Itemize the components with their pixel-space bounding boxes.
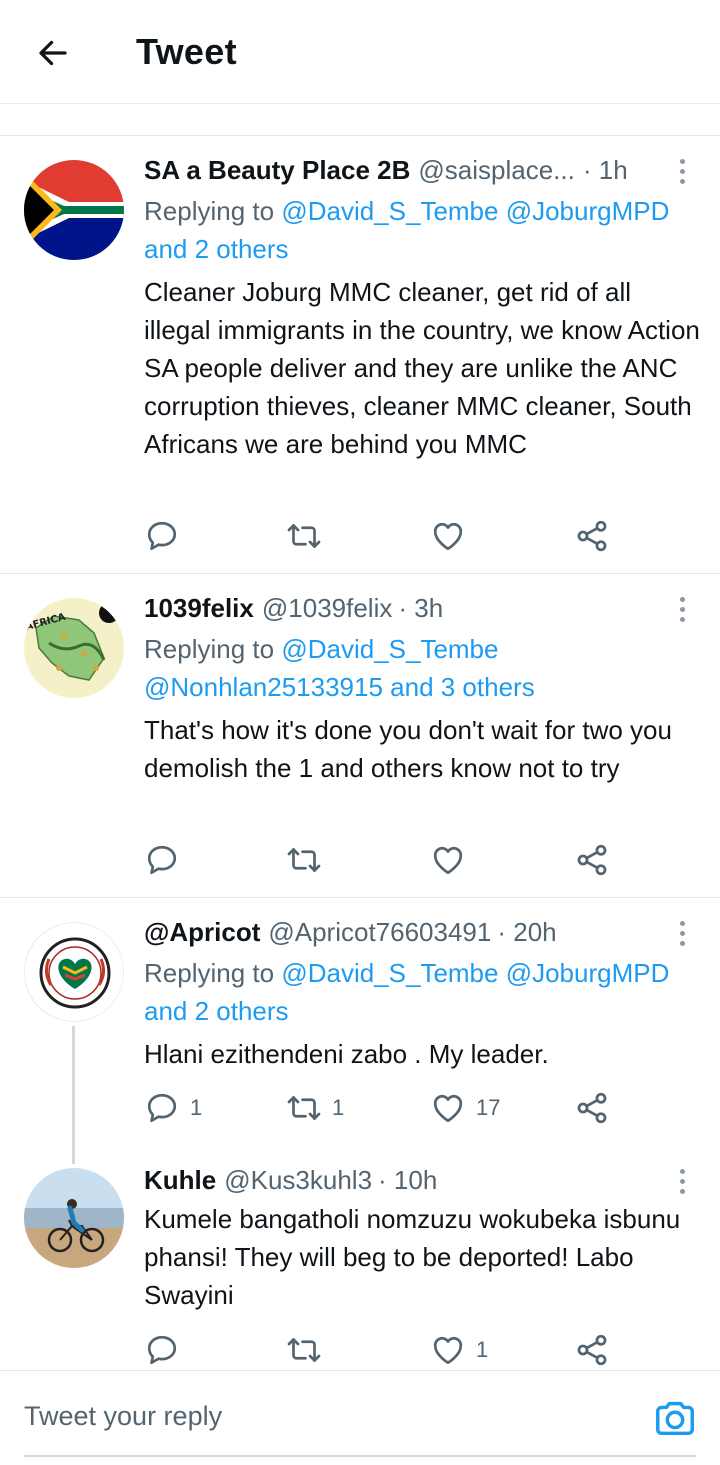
like-count: 17: [476, 1095, 501, 1120]
retweet-button[interactable]: [286, 840, 332, 880]
south-africa-flag-icon: [24, 160, 124, 260]
mention-links[interactable]: @David_S_Tembe @JoburgMPD: [281, 958, 669, 988]
tweet-card[interactable]: SA a Beauty Place 2B @saisplace... · 1h …: [0, 136, 720, 573]
share-button[interactable]: [574, 1088, 610, 1128]
like-icon: [430, 1090, 466, 1126]
author-handle[interactable]: @1039felix: [262, 593, 392, 624]
tweet-actions: 1 1 17: [0, 1088, 720, 1128]
retweet-button[interactable]: [286, 516, 332, 556]
tweet-card[interactable]: @Apricot @Apricot76603491 · 20h Replying…: [0, 898, 720, 1148]
retweet-icon: [286, 1332, 322, 1368]
author-line: @Apricot @Apricot76603491 · 20h: [144, 914, 557, 950]
heart-badge-avatar-icon: [25, 923, 123, 1021]
more-button[interactable]: [670, 592, 694, 626]
retweet-icon: [286, 1090, 322, 1126]
reply-button[interactable]: [144, 1330, 190, 1370]
replying-prefix: Replying to: [144, 634, 282, 664]
more-button[interactable]: [670, 154, 694, 188]
avatar[interactable]: [24, 160, 124, 260]
back-button[interactable]: [30, 30, 76, 76]
cyclist-photo-avatar-icon: [24, 1168, 124, 1268]
retweet-icon: [286, 842, 322, 878]
author-line: Kuhle @Kus3kuhl3 · 10h: [144, 1162, 437, 1198]
thread-connector: [72, 1026, 75, 1164]
tweet-card[interactable]: Kuhle @Kus3kuhl3 · 10h Kumele bangatholi…: [0, 1148, 720, 1370]
like-button[interactable]: 17: [430, 1088, 500, 1128]
reply-button[interactable]: 1: [144, 1088, 202, 1128]
reply-input[interactable]: Tweet your reply: [24, 1401, 222, 1432]
replying-prefix: Replying to: [144, 958, 282, 988]
share-icon: [574, 842, 610, 878]
back-arrow-icon: [39, 40, 67, 66]
author-name[interactable]: Kuhle: [144, 1165, 216, 1196]
replying-to: Replying to @David_S_Tembe @JoburgMPD an…: [144, 954, 694, 1030]
like-button[interactable]: [430, 516, 476, 556]
tweet-text: That's how it's done you don't wait for …: [144, 715, 672, 783]
timestamp: · 3h: [398, 592, 444, 623]
header-divider: [0, 103, 720, 104]
author-line: 1039felix @1039felix · 3h: [144, 590, 443, 626]
share-icon: [574, 1332, 610, 1368]
reply-count: 1: [190, 1095, 203, 1120]
avatar[interactable]: [24, 922, 124, 1022]
retweet-button[interactable]: [286, 1330, 332, 1370]
retweet-icon: [286, 518, 322, 554]
like-icon: [430, 1332, 466, 1368]
replying-to: Replying to @David_S_Tembe @Nonhlan25133…: [144, 630, 694, 706]
like-button[interactable]: 1: [430, 1330, 488, 1370]
timestamp: · 20h: [497, 916, 557, 947]
more-button[interactable]: [670, 916, 694, 950]
share-button[interactable]: [574, 840, 610, 880]
reply-input-underline: [24, 1455, 696, 1457]
like-icon: [430, 842, 466, 878]
author-name[interactable]: @Apricot: [144, 917, 260, 948]
reply-button[interactable]: [144, 516, 190, 556]
tweet-text: Kumele bangatholi nomzuzu wokubeka isbun…: [144, 1204, 681, 1310]
share-icon: [574, 1090, 610, 1126]
share-button[interactable]: [574, 1330, 610, 1370]
replying-to: Replying to @David_S_Tembe @JoburgMPD an…: [144, 192, 694, 268]
page-title: Tweet: [136, 31, 237, 72]
like-button[interactable]: [430, 840, 476, 880]
mention-links[interactable]: @David_S_Tembe @JoburgMPD: [281, 196, 669, 226]
author-name[interactable]: SA a Beauty Place 2B: [144, 155, 410, 186]
reply-icon: [144, 1332, 180, 1368]
author-line: SA a Beauty Place 2B @saisplace... · 1h: [144, 152, 628, 188]
reply-button[interactable]: [144, 840, 190, 880]
tweet-actions: [0, 840, 720, 880]
more-button[interactable]: [670, 1164, 694, 1198]
tweet-text: Cleaner Joburg MMC cleaner, get rid of a…: [144, 277, 700, 459]
retweet-button[interactable]: 1: [286, 1088, 344, 1128]
tweet-actions: [0, 516, 720, 556]
replying-prefix: Replying to: [144, 196, 282, 226]
avatar[interactable]: [24, 1168, 124, 1268]
reply-composer: Tweet your reply: [0, 1370, 720, 1465]
tweet-actions: 1: [0, 1330, 720, 1370]
author-handle[interactable]: @Kus3kuhl3: [224, 1165, 372, 1196]
others-link[interactable]: and 2 others: [144, 234, 289, 264]
avatar[interactable]: AFRICA: [24, 598, 124, 698]
cartoon-map-avatar-icon: AFRICA: [24, 598, 124, 698]
reply-icon: [144, 518, 180, 554]
camera-icon[interactable]: [652, 1395, 698, 1441]
top-app-bar: Tweet: [0, 0, 720, 104]
others-link[interactable]: @Nonhlan25133915 and 3 others: [144, 672, 535, 702]
timestamp: · 10h: [378, 1164, 438, 1195]
others-link[interactable]: and 2 others: [144, 996, 289, 1026]
reply-icon: [144, 842, 180, 878]
mention-links[interactable]: @David_S_Tembe: [281, 634, 498, 664]
share-button[interactable]: [574, 516, 610, 556]
like-count: 1: [476, 1337, 489, 1362]
share-icon: [574, 518, 610, 554]
author-handle[interactable]: @Apricot76603491: [268, 917, 491, 948]
author-handle[interactable]: @saisplace...: [418, 155, 574, 186]
timestamp: · 1h: [582, 154, 628, 185]
like-icon: [430, 518, 466, 554]
reply-icon: [144, 1090, 180, 1126]
tweet-card[interactable]: AFRICA 1039felix @1039felix · 3h Replyin…: [0, 574, 720, 897]
tweet-text: Hlani ezithendeni zabo . My leader.: [144, 1039, 549, 1069]
retweet-count: 1: [332, 1095, 345, 1120]
author-name[interactable]: 1039felix: [144, 593, 254, 624]
